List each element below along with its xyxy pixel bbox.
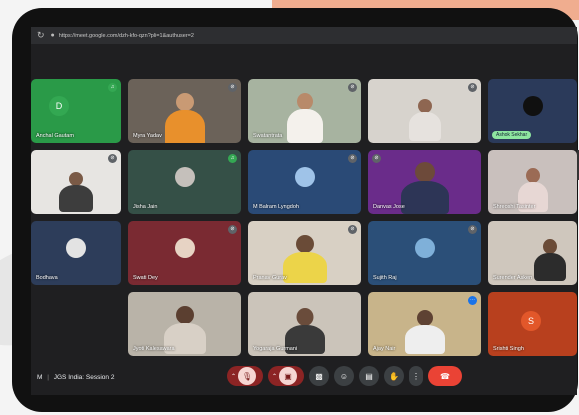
mic-muted-icon: ⊘ bbox=[348, 225, 357, 234]
participant-name: Pranav Gurav bbox=[253, 275, 287, 281]
camera-off-icon: ▣ bbox=[279, 367, 298, 385]
raise-hand-icon: ✋ bbox=[389, 371, 399, 381]
participant-tile[interactable]: ⊘ bbox=[31, 150, 121, 214]
mic-active-icon: ♫ bbox=[108, 83, 117, 92]
participant-name: Swati Dey bbox=[133, 275, 158, 281]
participant-tile[interactable]: ⊘ bbox=[368, 79, 481, 143]
emoji-button[interactable]: ☺ bbox=[334, 366, 354, 386]
participant-tile[interactable]: Bodhava bbox=[31, 221, 121, 285]
meeting-footer: M | JGS India: Session 2 ⌃ 🎙 ⌃ ▣ ▩ ☺ ▤ ✋… bbox=[31, 362, 577, 395]
participant-name: Surender Asken bbox=[493, 275, 533, 281]
participant-name: Ajay Nair bbox=[373, 346, 396, 352]
chevron-up-icon[interactable]: ⌃ bbox=[231, 373, 236, 380]
participant-tile[interactable]: Surender Asken bbox=[488, 221, 577, 285]
browser-address-bar[interactable]: ↻ ● https://meet.google.com/dzh-kfo-qzn?… bbox=[31, 27, 577, 44]
lock-icon: ● bbox=[50, 32, 55, 39]
emoji-icon: ☺ bbox=[339, 371, 349, 381]
more-options-icon[interactable]: ⋯ bbox=[468, 296, 477, 305]
meeting-separator: | bbox=[47, 374, 49, 381]
participant-name-badge: Ashok Sekhar bbox=[492, 131, 532, 139]
meeting-title: JGS India: Session 2 bbox=[53, 374, 115, 381]
participant-tile[interactable]: ♫ Jisha Jain bbox=[128, 150, 241, 214]
participant-tile[interactable]: D ♫ Anchal Gautam bbox=[31, 79, 121, 143]
profile-picture bbox=[174, 166, 195, 187]
participant-tile[interactable]: ⊘ Myra Yadav bbox=[128, 79, 241, 143]
participant-name: Danvas Jose bbox=[373, 204, 405, 210]
participant-tile[interactable]: ⊘ Danvas Jose bbox=[368, 150, 481, 214]
profile-picture bbox=[66, 237, 86, 258]
participant-name: Bodhava bbox=[36, 275, 58, 281]
participant-tile[interactable]: ⊘ Pranav Gurav bbox=[248, 221, 361, 285]
participant-tile[interactable]: Shreoshi Tasinter bbox=[488, 150, 577, 214]
meeting-info: M | JGS India: Session 2 bbox=[37, 374, 114, 381]
mic-muted-icon: ⊘ bbox=[348, 154, 357, 163]
mic-muted-icon: ⊘ bbox=[228, 225, 237, 234]
end-call-icon: ☎ bbox=[440, 371, 450, 381]
participant-name: Swatantrata bbox=[253, 133, 283, 139]
captions-button[interactable]: ▤ bbox=[359, 366, 379, 386]
participant-name: Jyoti Kalesawara bbox=[133, 346, 175, 352]
mic-muted-icon: ⊘ bbox=[348, 83, 357, 92]
meeting-time: M bbox=[37, 374, 43, 381]
avatar: D bbox=[49, 96, 69, 116]
mic-active-icon: ♫ bbox=[228, 154, 237, 163]
participant-name: Yogaraja Gurmani bbox=[253, 346, 298, 352]
more-options-icon: ⋮ bbox=[412, 371, 420, 381]
more-options-button[interactable]: ⋮ bbox=[409, 366, 423, 386]
present-button[interactable]: ▩ bbox=[309, 366, 329, 386]
participant-name: Anchal Gautam bbox=[36, 133, 74, 139]
mic-toggle-button[interactable]: ⌃ 🎙 bbox=[227, 366, 263, 386]
captions-icon: ▤ bbox=[365, 371, 373, 381]
chevron-up-icon[interactable]: ⌃ bbox=[272, 373, 277, 380]
profile-picture bbox=[174, 237, 195, 258]
mic-off-icon: 🎙 bbox=[238, 367, 257, 385]
mic-muted-icon: ⊘ bbox=[468, 225, 477, 234]
end-call-button[interactable]: ☎ bbox=[428, 366, 462, 386]
participant-name: Srishti Singh bbox=[493, 346, 524, 352]
participant-tile[interactable]: ⊘ Swatantrata bbox=[248, 79, 361, 143]
present-icon: ▩ bbox=[315, 371, 323, 381]
mic-muted-icon: ⊘ bbox=[228, 83, 237, 92]
call-controls: ⌃ 🎙 ⌃ ▣ ▩ ☺ ▤ ✋ ⋮ ☎ bbox=[227, 366, 462, 386]
participant-tile[interactable]: Ashok Sekhar bbox=[488, 79, 577, 143]
participant-name: Jisha Jain bbox=[133, 204, 158, 210]
participant-tile[interactable]: ⋯ Ajay Nair bbox=[368, 292, 481, 356]
camera-toggle-button[interactable]: ⌃ ▣ bbox=[268, 366, 304, 386]
raise-hand-button[interactable]: ✋ bbox=[384, 366, 404, 386]
participant-tile[interactable]: ⊘ Swati Dey bbox=[128, 221, 241, 285]
participant-name: Shreoshi Tasinter bbox=[493, 204, 536, 210]
mic-muted-icon: ⊘ bbox=[468, 83, 477, 92]
participant-tile[interactable]: ⊘ M Balram Lyngdoh bbox=[248, 150, 361, 214]
profile-picture bbox=[294, 166, 315, 187]
meet-screen: ↻ ● https://meet.google.com/dzh-kfo-qzn?… bbox=[31, 27, 577, 395]
mic-muted-icon: ⊘ bbox=[372, 154, 381, 163]
participant-tile[interactable]: Jyoti Kalesawara bbox=[128, 292, 241, 356]
participant-name: M Balram Lyngdoh bbox=[253, 204, 299, 210]
profile-picture bbox=[522, 95, 543, 116]
reload-icon[interactable]: ↻ bbox=[37, 30, 45, 41]
profile-picture bbox=[414, 237, 435, 258]
participant-name: Sujith Raj bbox=[373, 275, 397, 281]
participant-name: Myra Yadav bbox=[133, 133, 162, 139]
mic-muted-icon: ⊘ bbox=[108, 154, 117, 163]
url-text[interactable]: https://meet.google.com/dzh-kfo-qzn?pli=… bbox=[59, 33, 194, 39]
avatar: S bbox=[521, 311, 541, 331]
participant-tile[interactable]: S Srishti Singh bbox=[488, 292, 577, 356]
participant-tile[interactable]: Yogaraja Gurmani bbox=[248, 292, 361, 356]
participant-tile[interactable]: ⊘ Sujith Raj bbox=[368, 221, 481, 285]
